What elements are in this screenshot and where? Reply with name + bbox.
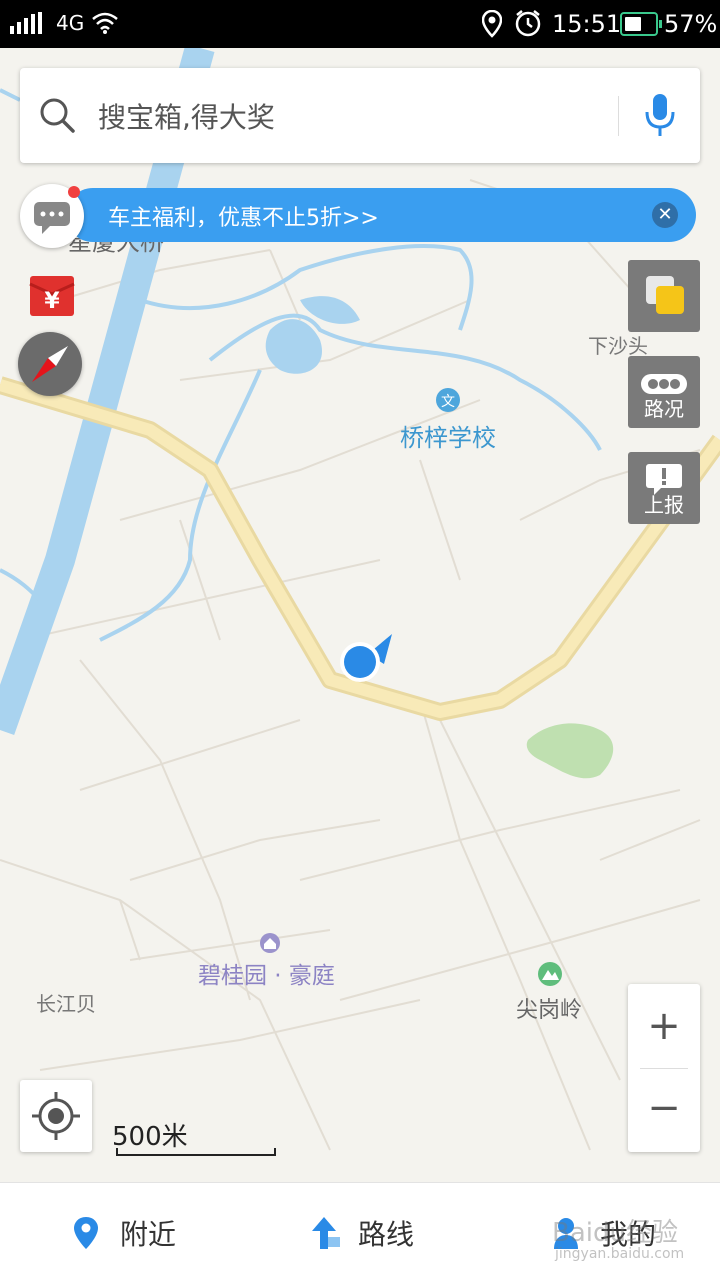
- traffic-button[interactable]: 路况: [628, 356, 700, 428]
- poi-jiangangling[interactable]: 尖岗岭: [516, 992, 582, 1024]
- svg-text:¥: ¥: [44, 289, 60, 314]
- zoom-out-button[interactable]: −: [628, 1068, 700, 1152]
- location-pin-icon: [74, 1217, 98, 1249]
- banner-close-icon[interactable]: ✕: [652, 202, 678, 228]
- scale-bar: [116, 1148, 276, 1156]
- watermark-logo: Baidu经验: [552, 1218, 678, 1248]
- poi-school[interactable]: 桥梓学校: [400, 418, 496, 453]
- message-button[interactable]: [20, 184, 84, 248]
- map-label-xiashatou: 下沙头: [588, 334, 648, 358]
- promo-banner[interactable]: 车主福利，优惠不止5折>> ✕: [66, 188, 696, 242]
- locate-me-button[interactable]: [20, 1080, 92, 1152]
- poi-community[interactable]: 碧桂园 · 豪庭: [198, 956, 335, 990]
- status-bar: 4G 15:51 57%: [0, 0, 720, 48]
- search-divider: [618, 96, 619, 136]
- report-label[interactable]: 上报: [628, 489, 700, 518]
- route-arrow-icon: [312, 1217, 340, 1249]
- search-placeholder[interactable]: 搜宝箱,得大奖: [98, 96, 275, 136]
- battery-percent: 57%: [664, 10, 718, 38]
- alarm-icon: [515, 10, 541, 37]
- tab-route-label[interactable]: 路线: [358, 1213, 414, 1253]
- layers-icon: [646, 276, 684, 314]
- promo-banner-text[interactable]: 车主福利，优惠不止5折>>: [108, 200, 379, 232]
- layers-button[interactable]: [628, 260, 700, 332]
- signal-icon: [10, 12, 42, 34]
- traffic-label[interactable]: 路况: [628, 393, 700, 422]
- voice-search-icon[interactable]: [642, 92, 678, 140]
- compass-button[interactable]: [18, 332, 82, 396]
- location-status-icon: [482, 10, 502, 38]
- search-bar[interactable]: 搜宝箱,得大奖: [20, 68, 700, 163]
- wifi-icon: [92, 12, 118, 34]
- map-label-changjiangbei: 长江贝: [36, 992, 96, 1016]
- svg-text:文: 文: [441, 394, 455, 410]
- search-icon: [40, 98, 75, 133]
- network-type: 4G: [56, 11, 85, 35]
- watermark-url: jingyan.baidu.com: [555, 1246, 685, 1262]
- crosshair-icon: [32, 1092, 80, 1140]
- report-button[interactable]: 上报: [628, 452, 700, 524]
- battery-icon: [620, 12, 662, 36]
- zoom-control: + −: [628, 984, 700, 1152]
- zoom-in-button[interactable]: +: [628, 984, 700, 1068]
- clock: 15:51: [552, 10, 622, 38]
- tab-nearby-label[interactable]: 附近: [120, 1213, 176, 1253]
- compass-icon: [32, 346, 68, 382]
- red-packet-icon[interactable]: ¥: [28, 272, 76, 318]
- unread-dot: [68, 186, 80, 198]
